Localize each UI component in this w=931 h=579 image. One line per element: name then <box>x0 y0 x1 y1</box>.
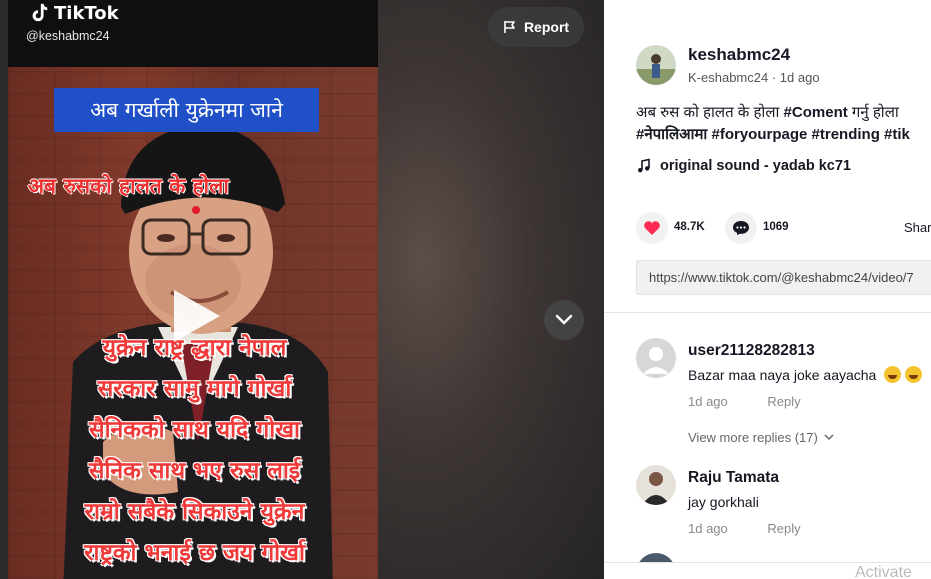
separator-dot: · <box>771 70 780 85</box>
reply-button[interactable]: Reply <box>767 394 800 409</box>
video-watermark-handle: @keshabmc24 <box>26 29 110 43</box>
reply-button[interactable]: Reply <box>767 521 800 536</box>
divider <box>604 312 931 313</box>
music-note-icon <box>638 158 650 173</box>
next-video-button[interactable] <box>544 300 584 340</box>
comment-text: Bazar maa naya joke aayacha <box>688 366 923 383</box>
commenter-avatar[interactable] <box>636 465 676 505</box>
comment-username[interactable]: user21128282813 <box>688 342 815 360</box>
laughing-emoji-icon <box>884 366 902 383</box>
post-description: अब रुस को हालत के होला #Coment गर्नु होल… <box>636 102 931 146</box>
hashtag-link[interactable]: #Coment <box>784 104 848 121</box>
tiktok-video-page: अब गर्खाली युक्रेनमा जाने अब रुसको हालत … <box>0 0 931 579</box>
windows-activation-watermark: Activate <box>855 564 912 579</box>
view-more-label: View more replies (17) <box>688 430 818 445</box>
video-overlay-text: युक्रेन राष्ट्र द्धारा नेपाल सरकार सामु … <box>22 328 367 574</box>
avatar-image <box>636 465 676 505</box>
comment-count: 1069 <box>763 221 789 233</box>
comment-body: Bazar maa naya joke aayacha <box>688 367 877 383</box>
chevron-down-icon <box>824 434 834 441</box>
video-player-area[interactable]: अब गर्खाली युक्रेनमा जाने अब रुसको हालत … <box>0 0 604 579</box>
overlay-line: राम्रो सबैके सिकाउने युक्रेन <box>84 499 305 525</box>
music-title: original sound - yadab kc71 <box>660 158 851 174</box>
video-banner-text: अब गर्खाली युक्रेनमा जाने <box>54 88 319 132</box>
tiktok-wordmark: TikTok <box>54 2 119 24</box>
tiktok-logo[interactable]: TikTok <box>28 2 119 24</box>
comment-bubble-icon <box>733 221 749 235</box>
overlay-line: सैनिकको साथ यदि गोखा <box>89 417 300 443</box>
flag-icon <box>504 21 515 33</box>
hashtag-link[interactable]: #नेपालिआमा <box>636 126 707 143</box>
report-button[interactable]: Report <box>488 7 584 47</box>
post-details-panel: keshabmc24 K-eshabmc24 · 1d ago अब रुस क… <box>604 0 931 579</box>
comment-button[interactable] <box>725 212 757 244</box>
avatar-image <box>636 45 676 85</box>
chevron-down-icon <box>555 314 573 325</box>
like-button[interactable] <box>636 212 668 244</box>
view-more-replies-button[interactable]: View more replies (17) <box>688 430 834 445</box>
comment-meta: 1d ago Reply <box>688 394 801 409</box>
comment-meta: 1d ago Reply <box>688 521 801 536</box>
report-label: Report <box>523 19 570 35</box>
laughing-emoji-icon <box>905 366 923 383</box>
hashtag-link[interactable]: #tik <box>884 126 910 143</box>
overlay-line: सैनिक साथ भए रुस लाई <box>88 458 301 484</box>
post-time: 1d ago <box>779 70 820 85</box>
author-subline: K-eshabmc24 · 1d ago <box>688 70 820 85</box>
author-nickname: K-eshabmc24 <box>688 70 769 85</box>
play-icon[interactable] <box>174 290 220 342</box>
default-avatar-icon <box>643 347 669 374</box>
hashtag-link[interactable]: #foryourpage <box>712 126 808 143</box>
copy-link-field[interactable]: https://www.tiktok.com/@keshabmc24/video… <box>636 260 931 295</box>
description-text-2: गर्नु होला <box>847 104 899 121</box>
overlay-line: सरकार सामु मागे गोर्खा <box>97 376 292 402</box>
comment-time: 1d ago <box>688 394 728 409</box>
tiktok-note-icon <box>32 3 48 22</box>
comment-body: jay gorkhali <box>688 494 759 510</box>
music-link[interactable]: original sound - yadab kc71 <box>636 158 851 174</box>
comment-time: 1d ago <box>688 521 728 536</box>
comment-username[interactable]: Raju Tamata <box>688 469 779 487</box>
commenter-avatar[interactable] <box>636 338 676 378</box>
video-top-bar: TikTok @keshabmc24 <box>8 0 378 67</box>
author-avatar[interactable] <box>636 45 676 85</box>
video-frame[interactable]: अब गर्खाली युक्रेनमा जाने अब रुसको हालत … <box>8 67 378 579</box>
video-red-caption: अब रुसको हालत के होला <box>28 174 229 198</box>
heart-icon <box>644 221 660 235</box>
like-count: 48.7K <box>674 221 705 233</box>
overlay-line: राष्ट्रको भनाई छ जय गोर्खा <box>84 540 305 566</box>
description-text: अब रुस को हालत के होला <box>636 104 784 121</box>
author-username[interactable]: keshabmc24 <box>688 45 790 65</box>
share-label[interactable]: Shar <box>904 220 931 235</box>
hashtag-link[interactable]: #trending <box>812 126 880 143</box>
blurred-background <box>378 0 604 579</box>
